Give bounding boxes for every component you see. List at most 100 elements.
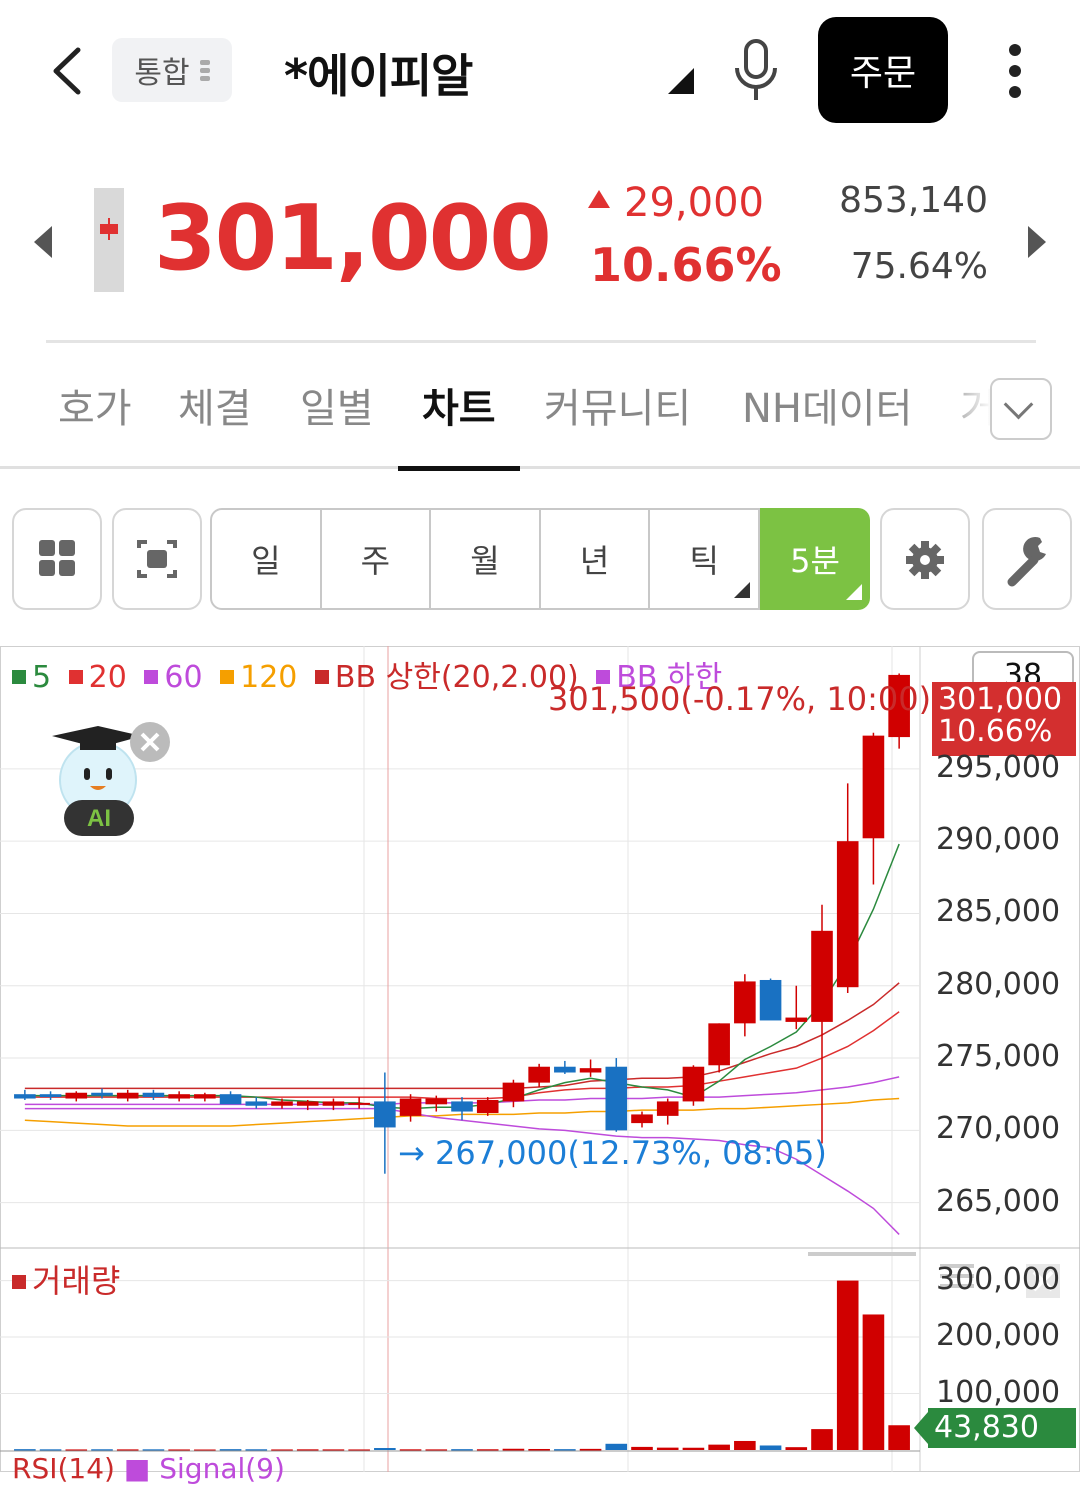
capture-icon (137, 540, 177, 578)
volume-bar (502, 1448, 525, 1451)
candle-body (451, 1101, 473, 1112)
tab-divider (0, 466, 1080, 469)
change-percent: 10.66% (590, 238, 782, 292)
current-price-label: 301,000 10.66% (932, 682, 1076, 756)
candle-body (374, 1101, 396, 1128)
tab-nh-data[interactable]: NH데이터 (742, 376, 912, 434)
price-tick-label: 265,000 (936, 1183, 1061, 1219)
period-day[interactable]: 일 (212, 510, 322, 608)
volume-bar (374, 1448, 396, 1451)
back-button[interactable] (48, 46, 88, 96)
candle-body (862, 735, 885, 839)
candle-body (348, 1102, 370, 1105)
volume-bar (605, 1443, 628, 1450)
candle-body (39, 1094, 62, 1098)
capture-button[interactable] (112, 508, 202, 610)
corner-dropdown-icon (846, 584, 862, 600)
drawing-tools-button[interactable] (982, 508, 1072, 610)
rsi-legend: RSI(14) ■ Signal(9) (12, 1452, 285, 1485)
candle-body (219, 1094, 242, 1105)
legend-ma60: 60 (144, 660, 203, 695)
candle-body (91, 1092, 113, 1096)
volume-bar (682, 1447, 705, 1450)
grid-icon (39, 540, 75, 576)
candle-body (194, 1094, 216, 1099)
candle-body (245, 1101, 268, 1106)
candle-body (785, 1017, 808, 1022)
volume-tick-label: 300,000 (936, 1261, 1061, 1297)
candle-body (142, 1092, 165, 1098)
candle-body (322, 1101, 345, 1106)
candle-body (65, 1092, 88, 1099)
candle-body (554, 1066, 576, 1073)
tab-fade (940, 372, 992, 442)
period-selector: 일 주 월 년 틱 (210, 508, 760, 610)
legend-ma5: 5 (12, 660, 51, 695)
price-change: 29,000 (588, 180, 764, 226)
candle-body (528, 1066, 550, 1083)
trade-volume: 853,140 (839, 180, 988, 221)
volume-bar (836, 1280, 859, 1450)
kebab-menu-icon[interactable] (1004, 44, 1026, 100)
candle-body (14, 1094, 36, 1099)
period-month[interactable]: 월 (431, 510, 541, 608)
legend-ma20: 20 (68, 660, 127, 695)
candle-body (811, 930, 833, 1022)
candle-body (605, 1066, 628, 1131)
wrench-icon (1007, 536, 1046, 587)
stock-name[interactable]: *에이피알 (284, 40, 473, 106)
up-triangle-icon (588, 190, 610, 208)
market-filter-label: 통합 (134, 56, 190, 91)
price-tick-label: 275,000 (936, 1039, 1061, 1075)
chevron-left-icon (53, 47, 81, 95)
market-filter-tag[interactable]: 통합 (112, 38, 232, 102)
candle-body (168, 1094, 190, 1099)
volume-bar (631, 1446, 653, 1450)
volume-bar (734, 1440, 756, 1450)
volume-tick-label: 100,000 (936, 1374, 1061, 1410)
candle-body (631, 1114, 653, 1124)
tab-expand-button[interactable] (990, 378, 1052, 440)
price-tick-label: 290,000 (936, 822, 1061, 858)
legend-ma120: 120 (220, 660, 297, 695)
candle-body (682, 1066, 705, 1102)
candle-body (759, 979, 782, 1021)
period-week[interactable]: 주 (322, 510, 432, 608)
tab-daily[interactable]: 일별 (300, 376, 374, 434)
ma5-line (24, 843, 900, 1110)
last-candle-info: 301,500(-0.17%, 10:00) ← (548, 680, 968, 718)
legend-bb-upper: BB 상한(20,2.00) (314, 660, 579, 695)
volume-bar (811, 1429, 833, 1450)
gear-icon (906, 541, 944, 579)
tab-trades[interactable]: 체결 (178, 376, 252, 434)
volume-bar (708, 1444, 730, 1450)
order-button[interactable]: 주문 (818, 17, 948, 123)
chart-settings-button[interactable] (880, 508, 970, 610)
tab-hoga[interactable]: 호가 (58, 376, 132, 434)
volume-legend: 거래량 (12, 1256, 120, 1302)
prev-stock-arrow-icon[interactable] (34, 226, 52, 258)
candle-body (116, 1092, 139, 1099)
candle-body (425, 1098, 448, 1105)
next-stock-arrow-icon[interactable] (1028, 226, 1046, 258)
mini-candle-icon (94, 188, 124, 292)
candle-body (476, 1099, 499, 1113)
period-tick[interactable]: 틱 (650, 510, 758, 608)
ai-assistant-button[interactable]: AI (50, 722, 174, 840)
voice-search-button[interactable] (730, 38, 782, 104)
layout-button[interactable] (12, 508, 102, 610)
candle-body (296, 1101, 319, 1106)
volume-tick-label: 200,000 (936, 1318, 1061, 1354)
period-5min[interactable]: 5분 (760, 508, 870, 610)
candle-body (271, 1101, 293, 1106)
period-year[interactable]: 년 (541, 510, 651, 608)
candle-body (656, 1101, 679, 1116)
tab-chart[interactable]: 차트 (422, 376, 496, 434)
current-volume-label: 43,830 (914, 1408, 1076, 1448)
current-price: 301,000 (154, 186, 552, 291)
stock-dropdown-icon[interactable] (668, 68, 694, 94)
microphone-icon (735, 39, 777, 100)
tab-community[interactable]: 커뮤니티 (544, 376, 691, 434)
divider (46, 340, 1036, 343)
volume-bar (888, 1425, 910, 1450)
